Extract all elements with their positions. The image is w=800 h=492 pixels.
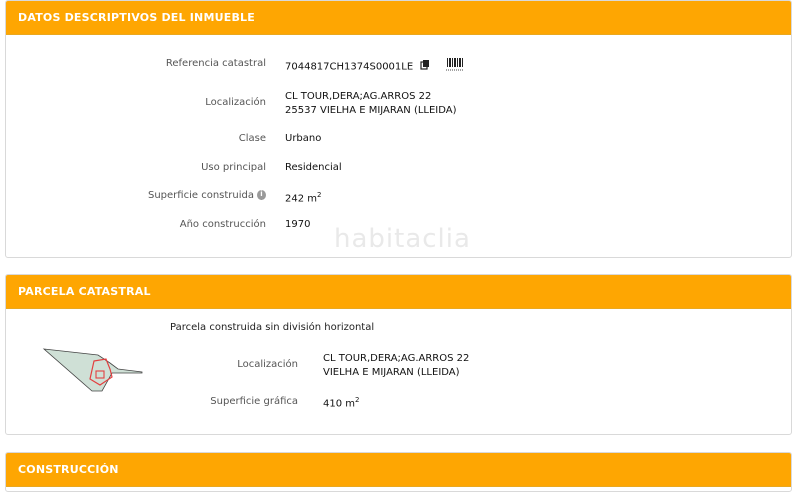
value-parcela-localizacion-1: CL TOUR,DERA;AG.ARROS 22 xyxy=(323,353,470,364)
watermark: habitaclia xyxy=(334,224,471,254)
superficie-unit-sup: 2 xyxy=(317,191,322,199)
label-uso: Uso principal xyxy=(201,162,266,173)
value-parcela-superficie: 410 m2 xyxy=(323,393,359,411)
referencia-text[interactable]: 7044817CH1374S0001LE xyxy=(285,62,413,73)
construccion-header: CONSTRUCCIÓN xyxy=(6,453,791,487)
label-parcela-superficie: Superficie gráfica xyxy=(210,396,298,407)
parcela-header: PARCELA CATASTRAL xyxy=(6,275,791,309)
parcela-superficie-sup: 2 xyxy=(355,396,360,404)
copy-icon[interactable] xyxy=(420,59,430,75)
label-ano: Año construcción xyxy=(179,219,266,230)
label-localizacion: Localización xyxy=(205,97,266,108)
value-superficie: 242 m2 xyxy=(285,188,321,206)
value-parcela-localizacion-2: VIELHA E MIJARAN (LLEIDA) xyxy=(323,367,460,378)
value-referencia: 7044817CH1374S0001LE xyxy=(285,57,464,76)
label-parcela-localizacion: Localización xyxy=(237,359,298,370)
parcela-map[interactable] xyxy=(42,347,148,397)
value-ano: 1970 xyxy=(285,219,311,230)
superficie-text: 242 m xyxy=(285,193,318,205)
value-clase: Urbano xyxy=(285,133,322,144)
inmueble-panel: DATOS DESCRIPTIVOS DEL INMUEBLE Referenc… xyxy=(5,0,792,258)
parcela-superficie-text: 410 m xyxy=(323,398,356,410)
label-clase: Clase xyxy=(238,133,266,144)
construccion-panel: CONSTRUCCIÓN xyxy=(5,452,792,492)
label-superficie: Superficie construida xyxy=(148,190,254,201)
inmueble-header: DATOS DESCRIPTIVOS DEL INMUEBLE xyxy=(6,1,791,35)
info-icon[interactable]: i xyxy=(257,190,266,200)
value-localizacion-1: CL TOUR,DERA;AG.ARROS 22 xyxy=(285,91,432,102)
value-uso: Residencial xyxy=(285,162,342,173)
barcode-icon[interactable] xyxy=(445,57,464,76)
parcela-panel: PARCELA CATASTRAL Parcela construida sin… xyxy=(5,274,792,435)
label-referencia: Referencia catastral xyxy=(165,58,266,69)
label-superficie-wrap: Superficie construida i xyxy=(148,190,266,201)
parcela-subtitle: Parcela construida sin división horizont… xyxy=(170,322,375,333)
value-localizacion-2: 25537 VIELHA E MIJARAN (LLEIDA) xyxy=(285,105,457,116)
